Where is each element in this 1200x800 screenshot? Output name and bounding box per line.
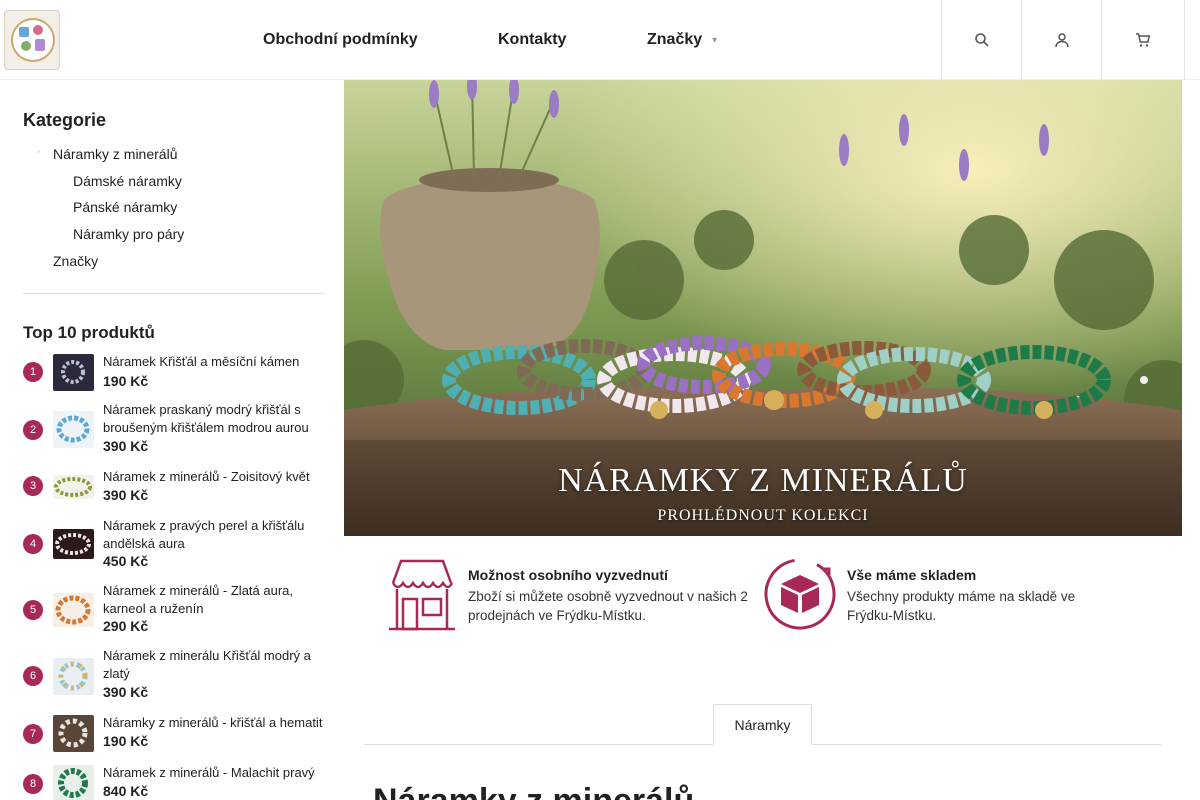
bracelet-image (55, 533, 91, 555)
rank-badge: 5 (23, 600, 43, 620)
sidebar-divider (23, 293, 324, 294)
hero-cta[interactable]: PROHLÉDNOUT KOLEKCI (344, 507, 1182, 525)
product-price: 190 Kč (103, 733, 149, 749)
page-title: Náramky z minerálů (373, 782, 694, 800)
feature-title: Možnost osobního vyzvednutí (468, 567, 668, 583)
top-products-title: Top 10 produktů (23, 323, 155, 342)
hero-banner[interactable]: NÁRAMKY Z MINERÁLŮ PROHLÉDNOUT KOLEKCI (344, 80, 1182, 536)
product-price: 390 Kč (103, 487, 149, 503)
rank-badge: 3 (23, 476, 43, 496)
search-icon (974, 33, 989, 47)
logo-stone (33, 25, 43, 35)
site-header: Obchodní podmínky Kontakty Značky ▾ (0, 0, 1200, 80)
category-link-womens[interactable]: Dámské náramky (73, 173, 182, 189)
feature-title: Vše máme skladem (847, 567, 977, 583)
tab-bracelets[interactable]: Náramky (713, 704, 812, 745)
nav-link-contacts[interactable]: Kontakty (498, 31, 566, 49)
product-thumbnail[interactable] (53, 715, 94, 752)
user-icon (1054, 33, 1069, 48)
rank-badge: 2 (23, 420, 43, 440)
product-price: 190 Kč (103, 373, 149, 389)
feature-text: Všechny produkty máme na skladě ve Frýdk… (847, 589, 1076, 623)
bracelet-image (58, 768, 88, 798)
rank-badge: 4 (23, 534, 43, 554)
logo-ring (11, 18, 55, 62)
bracelet-image (58, 661, 88, 691)
logo-stone (21, 41, 31, 51)
category-link-brands[interactable]: Značky (53, 253, 98, 269)
product-thumbnail[interactable] (53, 765, 94, 800)
bracelet-image (56, 415, 90, 443)
hero-title: NÁRAMKY Z MINERÁLŮ (558, 462, 968, 499)
box-icon (764, 558, 836, 630)
cart-button[interactable] (1101, 0, 1185, 80)
rank-badge: 1 (23, 362, 43, 382)
product-price: 450 Kč (103, 553, 149, 569)
logo-stone (35, 39, 45, 51)
nav-link-brands[interactable]: Značky (647, 31, 702, 49)
nav-item-brands: Značky ▾ (647, 0, 717, 80)
product-name[interactable]: Náramky z minerálů - křišťál a hematit (103, 714, 325, 732)
nav-item-terms: Obchodní podmínky (263, 0, 418, 80)
categories-title: Kategorie (23, 110, 107, 130)
rank-badge: 8 (23, 774, 43, 794)
product-thumbnail[interactable] (53, 354, 94, 391)
product-thumbnail[interactable] (53, 658, 94, 695)
site-logo[interactable] (4, 10, 60, 70)
category-link-mens[interactable]: Pánské náramky (73, 199, 177, 215)
product-price: 390 Kč (103, 684, 149, 700)
product-price: 840 Kč (103, 783, 149, 799)
product-thumbnail[interactable] (53, 529, 94, 559)
category-link-mineral-bracelets[interactable]: Náramky z minerálů (53, 146, 177, 162)
product-thumbnail[interactable] (53, 475, 94, 499)
rank-badge: 6 (23, 666, 43, 686)
feature-text: Zboží si můžete osobně vyzvednout v naši… (468, 589, 748, 623)
logo-stone (19, 27, 29, 37)
chevron-down-icon[interactable]: ▾ (712, 35, 717, 46)
product-thumbnail[interactable] (53, 411, 94, 448)
bracelet-image (55, 595, 91, 625)
product-name[interactable]: Náramek praskaný modrý křišťál s broušen… (103, 401, 325, 437)
nav-item-contacts: Kontakty (498, 0, 566, 80)
bracelet-image (61, 360, 85, 384)
category-link-couples[interactable]: Náramky pro páry (73, 226, 184, 242)
product-name[interactable]: Náramek Křišťál a měsíční kámen (103, 353, 325, 371)
product-name[interactable]: Náramek z minerálu Křišťál modrý a zlatý (103, 647, 325, 683)
rank-badge: 7 (23, 724, 43, 744)
product-thumbnail[interactable] (53, 593, 94, 627)
product-price: 390 Kč (103, 438, 149, 454)
search-button[interactable] (941, 0, 1021, 80)
cart-icon (1136, 33, 1151, 47)
store-icon (389, 559, 455, 631)
product-name[interactable]: Náramek z minerálů - Zlatá aura, karneol… (103, 582, 325, 618)
product-price: 290 Kč (103, 618, 149, 634)
product-name[interactable]: Náramek z minerálů - Malachit pravý (103, 764, 325, 782)
bracelet-image (54, 477, 92, 497)
nav-link-terms[interactable]: Obchodní podmínky (263, 31, 418, 49)
bracelet-image (58, 718, 88, 748)
account-button[interactable] (1021, 0, 1101, 80)
bullet-icon: ▫ (37, 147, 40, 156)
product-name[interactable]: Náramek z minerálů - Zoisitový květ (103, 468, 325, 486)
product-name[interactable]: Náramek z pravých perel a křišťálu anděl… (103, 517, 325, 553)
